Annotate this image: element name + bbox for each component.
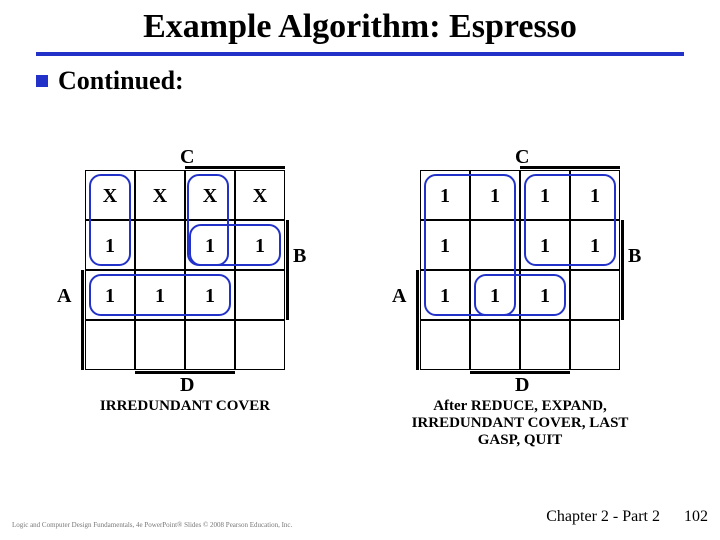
cell: 1 [185, 220, 235, 270]
cell: 1 [420, 220, 470, 270]
page-number: 102 [684, 508, 708, 526]
cell: 1 [570, 220, 620, 270]
cell [235, 320, 285, 370]
cell [85, 320, 135, 370]
bar-a-left [81, 270, 84, 370]
bar-d-right [470, 371, 570, 374]
cell: 1 [85, 270, 135, 320]
axis-d-left: D [180, 374, 194, 397]
cell [135, 220, 185, 270]
cell [520, 320, 570, 370]
bullet-icon [36, 75, 48, 87]
copyright: Logic and Computer Design Fundamentals, … [12, 522, 292, 530]
axis-b-left: B [293, 245, 306, 268]
bar-b-right [621, 220, 624, 320]
bar-d-left [135, 371, 235, 374]
cell: 1 [470, 270, 520, 320]
cell [470, 320, 520, 370]
cell [570, 320, 620, 370]
kmap-right: C B A D 1 1 1 1 1 1 1 1 1 1 [420, 170, 620, 370]
cell: 1 [570, 170, 620, 220]
axis-a-right: A [392, 285, 406, 308]
cell [235, 270, 285, 320]
footer-chapter: Chapter 2 - Part 2 [546, 508, 660, 526]
bar-c-right [520, 166, 620, 169]
cell: 1 [520, 220, 570, 270]
cell: 1 [85, 220, 135, 270]
cell: 1 [470, 170, 520, 220]
cell: 1 [420, 270, 470, 320]
bar-c-left [185, 166, 285, 169]
cell: X [235, 170, 285, 220]
cell: X [135, 170, 185, 220]
axis-a-left: A [57, 285, 71, 308]
cell [135, 320, 185, 370]
cell [470, 220, 520, 270]
cell: 1 [520, 270, 570, 320]
kmap-left: C B A D X X X X 1 1 1 1 1 1 [85, 170, 285, 370]
cell: 1 [185, 270, 235, 320]
diagram-stage: C B A D X X X X 1 1 1 1 1 1 IRREDUNDANT … [0, 150, 720, 470]
bar-a-right [416, 270, 419, 370]
caption-left: IRREDUNDANT COVER [65, 398, 305, 415]
cell: X [85, 170, 135, 220]
slide-title: Example Algorithm: Espresso [0, 0, 720, 46]
title-rule [36, 52, 684, 56]
cell: 1 [420, 170, 470, 220]
caption-right: After REDUCE, EXPAND, IRREDUNDANT COVER,… [400, 398, 640, 449]
cell: 1 [520, 170, 570, 220]
cell: 1 [135, 270, 185, 320]
cell: 1 [235, 220, 285, 270]
cell [420, 320, 470, 370]
cell [185, 320, 235, 370]
axis-b-right: B [628, 245, 641, 268]
bullet-continued: Continued: [36, 66, 720, 96]
cell: X [185, 170, 235, 220]
cell [570, 270, 620, 320]
bar-b-left [286, 220, 289, 320]
bullet-text: Continued: [58, 66, 184, 95]
axis-d-right: D [515, 374, 529, 397]
